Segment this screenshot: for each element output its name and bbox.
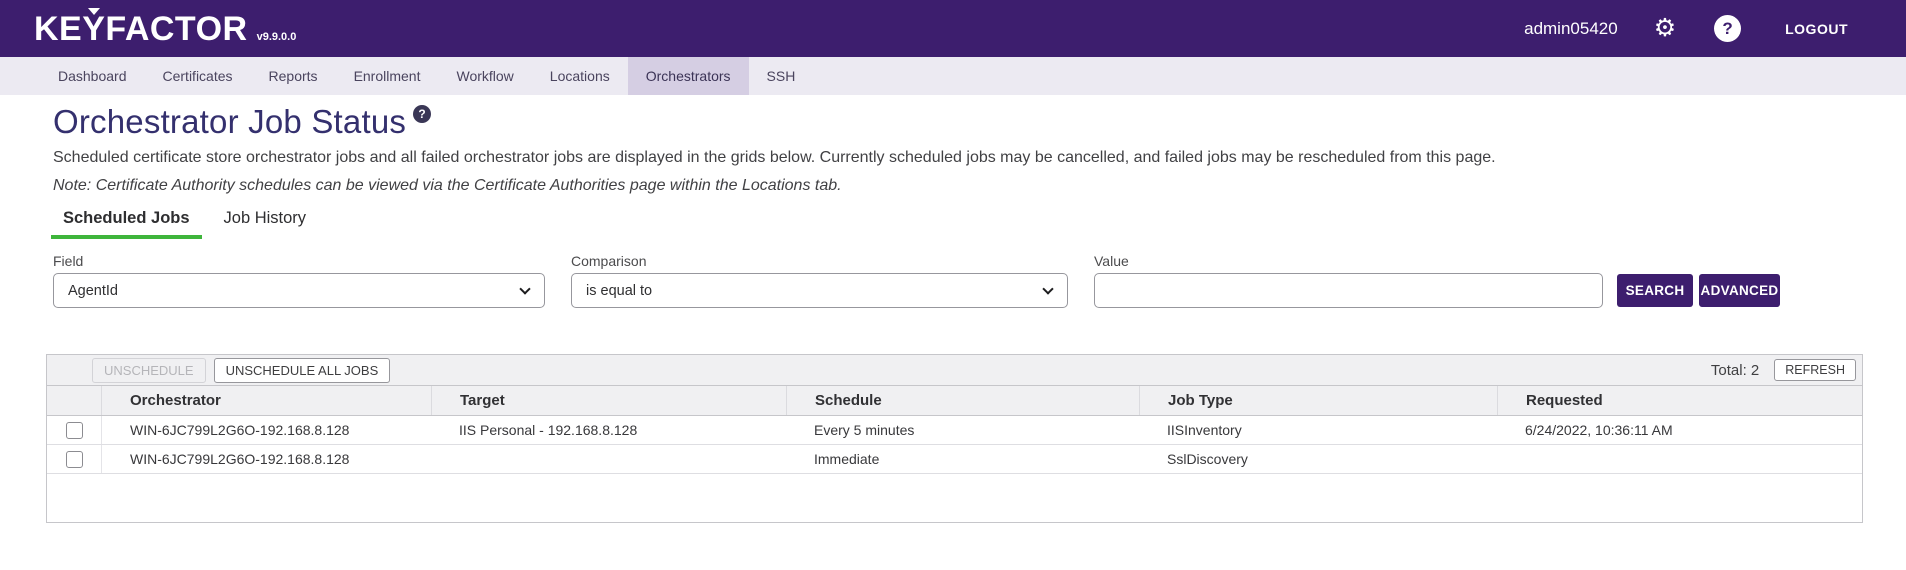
page-title-help-icon[interactable]: ? — [413, 105, 431, 123]
comparison-select-value: is equal to — [586, 283, 652, 299]
row-checkbox[interactable] — [66, 422, 83, 439]
column-header-requested[interactable]: Requested — [1497, 386, 1862, 415]
page-title: Orchestrator Job Status? — [53, 103, 431, 141]
logo-pre: KE — [34, 12, 82, 46]
tab-scheduled-jobs[interactable]: Scheduled Jobs — [51, 209, 202, 239]
page-description: Scheduled certificate store orchestrator… — [53, 149, 1496, 167]
chevron-down-icon — [1042, 283, 1053, 294]
cell-schedule: Every 5 minutes — [786, 416, 1139, 444]
top-header: KEYFACTOR v9.9.0.0 admin05420 ⚙ ? LOGOUT — [0, 0, 1906, 57]
page-title-text: Orchestrator Job Status — [53, 103, 406, 140]
logout-button[interactable]: LOGOUT — [1785, 21, 1848, 37]
unschedule-button[interactable]: UNSCHEDULE — [92, 358, 206, 383]
chevron-down-icon — [519, 283, 530, 294]
row-checkbox[interactable] — [66, 451, 83, 468]
field-select[interactable]: AgentId — [53, 273, 545, 308]
cell-requested: 6/24/2022, 10:36:11 AM — [1497, 416, 1862, 444]
nav-item-certificates[interactable]: Certificates — [145, 57, 251, 95]
logo-y-caron: Y — [82, 12, 105, 46]
nav-item-orchestrators[interactable]: Orchestrators — [628, 57, 749, 95]
value-input[interactable] — [1094, 273, 1603, 308]
nav-item-workflow[interactable]: Workflow — [438, 57, 531, 95]
tab-job-history[interactable]: Job History — [212, 209, 319, 239]
keyfactor-logo[interactable]: KEYFACTOR v9.9.0.0 — [34, 12, 296, 46]
logo-post: FACTOR — [105, 12, 247, 46]
cell-job-type: SslDiscovery — [1139, 445, 1497, 473]
field-select-value: AgentId — [68, 283, 118, 299]
logged-in-username: admin05420 — [1524, 19, 1618, 39]
app-window: KEYFACTOR v9.9.0.0 admin05420 ⚙ ? LOGOUT… — [0, 0, 1906, 570]
header-right-cluster: admin05420 ⚙ ? LOGOUT — [1524, 15, 1906, 42]
job-tabs: Scheduled Jobs Job History — [51, 209, 318, 239]
column-header-schedule[interactable]: Schedule — [786, 386, 1139, 415]
header-checkbox-cell — [47, 386, 101, 415]
row-checkbox-cell — [47, 445, 101, 473]
search-button[interactable]: SEARCH — [1617, 274, 1693, 307]
column-header-orchestrator[interactable]: Orchestrator — [101, 386, 431, 415]
nav-item-locations[interactable]: Locations — [532, 57, 628, 95]
nav-item-dashboard[interactable]: Dashboard — [40, 57, 145, 95]
column-header-target[interactable]: Target — [431, 386, 786, 415]
cell-orchestrator: WIN-6JC799L2G6O-192.168.8.128 — [101, 445, 431, 473]
help-icon[interactable]: ? — [1714, 15, 1741, 42]
main-nav: Dashboard Certificates Reports Enrollmen… — [0, 57, 1906, 95]
cell-job-type: IISInventory — [1139, 416, 1497, 444]
cell-requested — [1497, 445, 1862, 473]
nav-item-reports[interactable]: Reports — [251, 57, 336, 95]
table-row: WIN-6JC799L2G6O-192.168.8.128 Immediate … — [47, 445, 1862, 474]
comparison-label: Comparison — [571, 253, 646, 269]
field-label: Field — [53, 253, 83, 269]
cell-target: IIS Personal - 192.168.8.128 — [431, 416, 786, 444]
keyfactor-logo-text: KEYFACTOR — [34, 12, 248, 46]
grid-toolbar: UNSCHEDULE UNSCHEDULE ALL JOBS Total: 2 … — [47, 355, 1862, 386]
page-note: Note: Certificate Authority schedules ca… — [53, 177, 842, 195]
cell-schedule: Immediate — [786, 445, 1139, 473]
table-row: WIN-6JC799L2G6O-192.168.8.128 IIS Person… — [47, 416, 1862, 445]
settings-gear-icon[interactable]: ⚙ — [1654, 16, 1676, 41]
column-header-job-type[interactable]: Job Type — [1139, 386, 1497, 415]
refresh-button[interactable]: REFRESH — [1774, 359, 1856, 381]
unschedule-all-jobs-button[interactable]: UNSCHEDULE ALL JOBS — [214, 358, 391, 383]
total-count: Total: 2 — [1711, 362, 1759, 379]
scheduled-jobs-grid: UNSCHEDULE UNSCHEDULE ALL JOBS Total: 2 … — [46, 354, 1863, 523]
cell-target — [431, 445, 786, 473]
cell-orchestrator: WIN-6JC799L2G6O-192.168.8.128 — [101, 416, 431, 444]
row-checkbox-cell — [47, 416, 101, 444]
version-label: v9.9.0.0 — [257, 31, 297, 43]
grid-toolbar-right: Total: 2 REFRESH — [1711, 359, 1856, 381]
comparison-select[interactable]: is equal to — [571, 273, 1068, 308]
grid-header-row: Orchestrator Target Schedule Job Type Re… — [47, 386, 1862, 416]
value-label: Value — [1094, 253, 1129, 269]
nav-item-enrollment[interactable]: Enrollment — [336, 57, 439, 95]
advanced-button[interactable]: ADVANCED — [1699, 274, 1780, 307]
nav-item-ssh[interactable]: SSH — [749, 57, 814, 95]
